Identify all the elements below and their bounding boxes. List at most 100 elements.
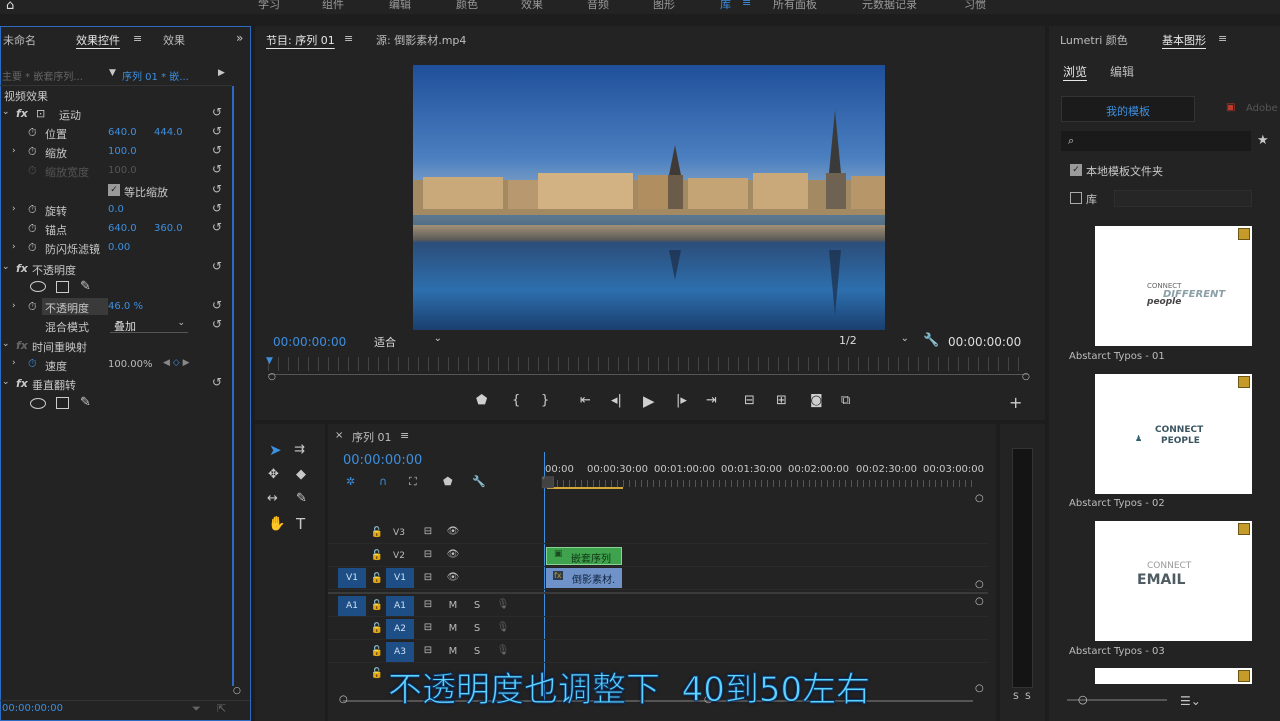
panel-menu-icon[interactable]: ≡	[400, 429, 409, 442]
flicker-value[interactable]: 0.00	[108, 242, 130, 253]
snap-icon[interactable]: ✲	[346, 475, 355, 488]
eye-icon[interactable]: 👁	[445, 549, 461, 560]
scroll-handle-icon[interactable]: ○	[233, 686, 241, 696]
lock-icon[interactable]: 🔓	[369, 623, 385, 634]
tab-effect-controls[interactable]: 效果控件	[76, 32, 120, 48]
stopwatch-icon[interactable]: ⏱	[28, 126, 37, 140]
position-x-value[interactable]: 640.0	[108, 127, 137, 138]
dropdown-arrow-icon[interactable]: ▼	[109, 68, 116, 78]
time-ruler[interactable]: 00:00 00:00:30:00 00:01:00:00 00:01:30:0…	[545, 462, 984, 490]
uniform-scale-checkbox[interactable]: ✓	[108, 184, 120, 196]
track-select-tool-icon[interactable]: ⇉	[294, 442, 305, 457]
microphone-icon[interactable]: 🎙	[495, 622, 511, 633]
extract-icon[interactable]: ⊞	[776, 393, 787, 408]
lock-icon[interactable]: 🔓	[369, 646, 385, 657]
ellipse-mask-icon[interactable]	[30, 281, 46, 292]
sort-icon[interactable]: ☰⌄	[1180, 694, 1201, 708]
slider-handle-icon[interactable]: ○	[1078, 693, 1088, 706]
expand-chevron-icon[interactable]: ›	[12, 358, 16, 368]
program-scrubber[interactable]	[268, 357, 1030, 377]
timeline-timecode[interactable]: 00:00:00:00	[343, 453, 422, 468]
solo-button[interactable]: S	[469, 623, 485, 634]
scrubber-start-handle[interactable]: ○	[268, 372, 276, 382]
anchor-x-value[interactable]: 640.0	[108, 223, 137, 234]
source-clip-label[interactable]: 主要 * 嵌套序列...	[2, 68, 83, 83]
library-dropdown[interactable]	[1114, 190, 1252, 207]
lift-icon[interactable]: ⊟	[744, 393, 755, 408]
stopwatch-icon[interactable]: ⏱	[28, 222, 37, 236]
sync-lock-icon[interactable]: ⊟	[420, 549, 436, 560]
work-area-bar[interactable]	[547, 487, 623, 489]
wrench-icon[interactable]: 🔧	[923, 333, 939, 348]
scroll-handle-icon[interactable]: ○	[975, 683, 984, 694]
close-icon[interactable]: ×	[335, 430, 343, 441]
star-icon[interactable]: ★	[1257, 133, 1269, 148]
workspace-habits[interactable]: 习惯	[964, 0, 986, 12]
scale-value[interactable]: 100.0	[108, 146, 137, 157]
add-button-icon[interactable]: +	[1009, 393, 1022, 412]
source-patch[interactable]: A1	[338, 596, 366, 616]
workspace-audio[interactable]: 音频	[587, 0, 609, 12]
workspace-effects[interactable]: 效果	[521, 0, 543, 12]
tab-source[interactable]: 源: 倒影素材.mp4	[376, 32, 466, 48]
solo-right-button[interactable]: S	[1025, 692, 1031, 702]
track-target[interactable]: A3	[386, 642, 414, 662]
eye-icon[interactable]: 👁	[445, 572, 461, 583]
eye-icon[interactable]: 👁	[445, 526, 461, 537]
lock-icon[interactable]: 🔓	[369, 550, 385, 561]
collapse-chevron-icon[interactable]: ⌄	[2, 262, 10, 272]
ellipse-mask-icon[interactable]	[30, 398, 46, 409]
selection-tool-icon[interactable]: ➤	[269, 441, 282, 459]
keyframe-nav-icon[interactable]: ◀ ◇ ▶	[163, 358, 190, 368]
workspace-libraries[interactable]: 库	[720, 0, 731, 12]
workspace-editing[interactable]: 编辑	[389, 0, 411, 12]
mute-button[interactable]: M	[445, 646, 461, 657]
step-back-icon[interactable]: ◂|	[611, 393, 622, 408]
home-icon[interactable]: ⌂	[6, 0, 14, 13]
panel-menu-icon[interactable]: ≡	[133, 32, 142, 45]
tab-untitled[interactable]: 未命名	[3, 32, 36, 48]
slip-tool-icon[interactable]: ↔	[267, 491, 278, 506]
rectangle-mask-icon[interactable]	[56, 281, 69, 293]
opacity-value[interactable]: 46.0 %	[108, 301, 143, 312]
tab-lumetri-color[interactable]: Lumetri 颜色	[1060, 32, 1128, 48]
tab-browse[interactable]: 浏览	[1063, 63, 1087, 80]
stopwatch-icon[interactable]: ⏱	[28, 300, 37, 314]
tab-edit[interactable]: 编辑	[1110, 63, 1134, 80]
scroll-handle-icon[interactable]: ○	[975, 493, 984, 504]
track-target[interactable]: A1	[386, 596, 414, 616]
library-checkbox[interactable]	[1070, 192, 1082, 204]
playhead-icon[interactable]: ▼	[266, 356, 273, 366]
sync-lock-icon[interactable]: ⊟	[420, 526, 436, 537]
type-tool-icon[interactable]: T	[296, 515, 305, 533]
hand-tool-icon[interactable]: ✋	[268, 516, 285, 532]
vertical-scrollbar[interactable]	[232, 86, 234, 686]
razor-tool-icon[interactable]: ◆	[296, 467, 306, 482]
fit-dropdown[interactable]: 适合 ⌄	[370, 333, 446, 349]
sync-lock-icon[interactable]: ⊟	[420, 572, 436, 583]
workspace-learn[interactable]: 学习	[258, 0, 280, 12]
track-target[interactable]: V1	[386, 568, 414, 588]
play-icon[interactable]: ▶	[643, 392, 655, 410]
scroll-handle-icon[interactable]: ○	[975, 579, 984, 590]
solo-button[interactable]: S	[469, 600, 485, 611]
sync-lock-icon[interactable]: ⊟	[420, 645, 436, 656]
microphone-icon[interactable]: 🎙	[495, 645, 511, 656]
rotation-value[interactable]: 0.0	[108, 204, 124, 215]
tab-program[interactable]: 节目: 序列 01	[266, 32, 335, 48]
sync-lock-icon[interactable]: ⊟	[420, 622, 436, 633]
go-to-out-icon[interactable]: ⇥	[706, 393, 717, 408]
track-target[interactable]: A2	[386, 619, 414, 639]
mark-in-icon[interactable]: {	[512, 393, 520, 408]
ripple-edit-tool-icon[interactable]: ✥	[268, 467, 279, 482]
stopwatch-icon[interactable]: ⏱	[28, 145, 37, 159]
marker-icon[interactable]: ⬟	[443, 475, 453, 488]
pen-mask-icon[interactable]: ✎	[80, 395, 91, 410]
workspace-all-panels[interactable]: 所有面板	[773, 0, 817, 12]
rectangle-mask-icon[interactable]	[56, 397, 69, 409]
adobe-stock-icon[interactable]: ▣	[1226, 102, 1235, 113]
wrench-icon[interactable]: 🔧	[472, 475, 486, 488]
sync-lock-icon[interactable]: ⊟	[420, 599, 436, 610]
tab-essential-graphics[interactable]: 基本图形	[1162, 32, 1206, 48]
expand-chevron-icon[interactable]: ›	[12, 204, 16, 214]
